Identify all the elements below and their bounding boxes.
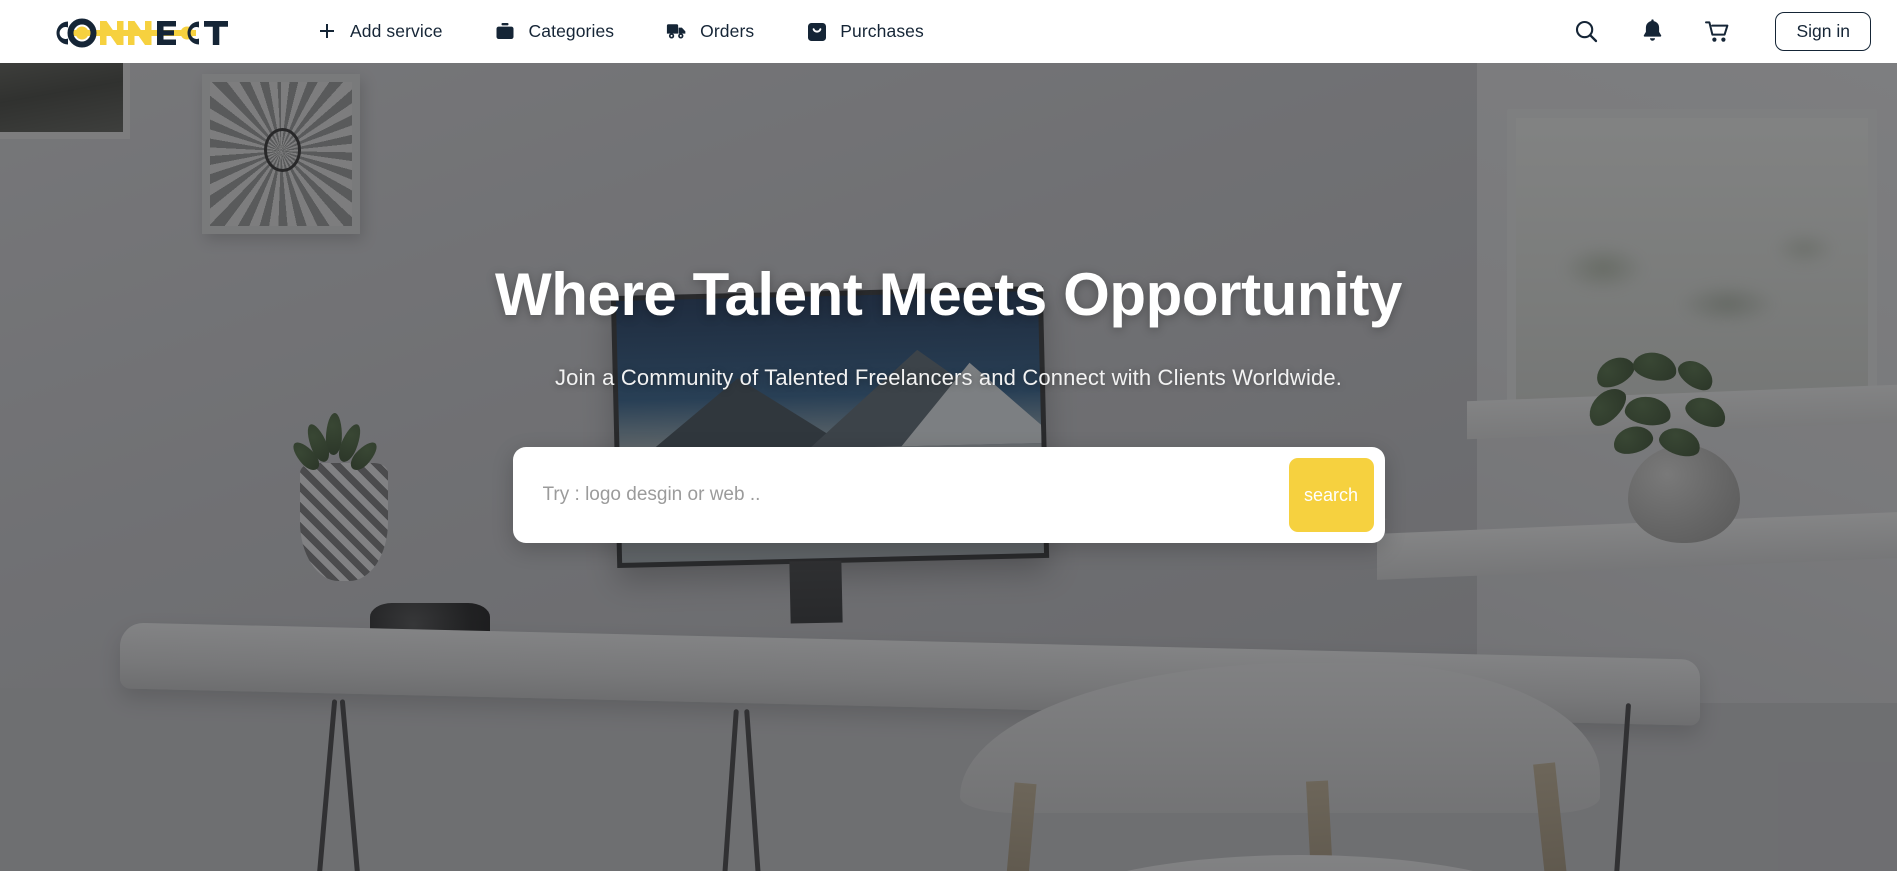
cart-icon[interactable] <box>1705 19 1731 45</box>
connect-logo-icon <box>56 18 228 47</box>
nav-item-label: Purchases <box>840 21 924 41</box>
main-navigation: Add service Categories Orders Purchases <box>316 21 924 42</box>
hero-section: Where Talent Meets Opportunity Join a Co… <box>0 63 1897 871</box>
nav-item-label: Categories <box>528 21 615 41</box>
nav-item-categories[interactable]: Categories <box>495 21 615 42</box>
logo[interactable] <box>44 15 244 49</box>
search-input[interactable] <box>512 447 1289 543</box>
header-actions: Sign in <box>1573 11 1871 52</box>
briefcase-icon <box>495 21 516 42</box>
shopping-bag-icon <box>806 21 827 42</box>
nav-item-add-service[interactable]: Add service <box>316 21 443 42</box>
sign-in-button[interactable]: Sign in <box>1775 11 1871 52</box>
nav-item-label: Orders <box>700 21 755 41</box>
search-submit-button[interactable]: search <box>1288 458 1374 532</box>
site-header: Add service Categories Orders Purchases … <box>0 0 1897 63</box>
nav-item-purchases[interactable]: Purchases <box>806 21 924 42</box>
search-icon[interactable] <box>1573 19 1599 45</box>
nav-item-label: Add service <box>350 21 443 41</box>
nav-item-orders[interactable]: Orders <box>666 21 754 42</box>
hero-title: Where Talent Meets Opportunity <box>495 261 1402 328</box>
bell-icon[interactable] <box>1639 19 1665 45</box>
plus-icon <box>316 21 337 42</box>
hero-content: Where Talent Meets Opportunity Join a Co… <box>0 63 1897 871</box>
hero-search-bar: search <box>512 447 1385 543</box>
truck-icon <box>666 21 687 42</box>
hero-subtitle: Join a Community of Talented Freelancers… <box>554 365 1343 390</box>
